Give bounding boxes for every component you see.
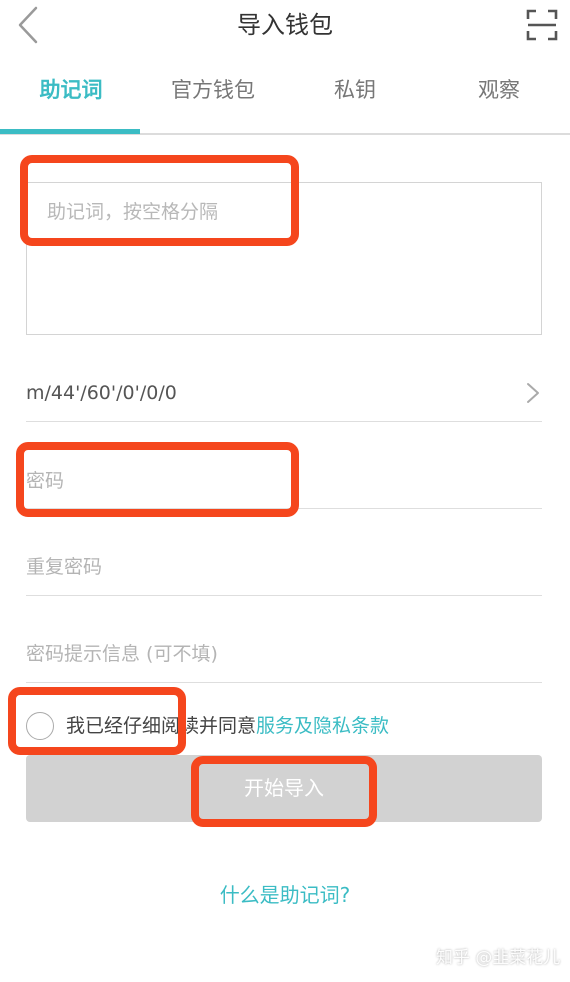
password-hint-field-row (26, 623, 542, 683)
scan-icon[interactable] (526, 9, 558, 41)
import-tabs: 助记词 官方钱包 私钥 观察 (0, 58, 570, 135)
terms-link[interactable]: 服务及隐私条款 (256, 715, 389, 737)
mnemonic-input[interactable] (47, 197, 517, 257)
watermark: 知乎 @韭菜花儿 (436, 948, 561, 968)
password-hint-input[interactable] (26, 637, 536, 671)
password-field-row (26, 450, 542, 509)
start-import-button[interactable]: 开始导入 (26, 755, 542, 822)
repeat-password-input[interactable] (26, 550, 536, 584)
active-tab-indicator (0, 129, 140, 134)
chevron-right-icon (527, 383, 539, 403)
agree-checkbox[interactable] (26, 712, 54, 740)
tab-private-key[interactable]: 私钥 (284, 58, 426, 122)
password-input[interactable] (26, 464, 536, 498)
what-is-mnemonic-link[interactable]: 什么是助记词? (0, 880, 570, 910)
derivation-path-row[interactable]: m/44'/60'/0'/0/0 (26, 365, 542, 422)
page-title: 导入钱包 (237, 11, 333, 39)
repeat-password-field-row (26, 536, 542, 596)
agreement-label: 我已经仔细阅读并同意 (66, 715, 257, 737)
tab-official-wallet[interactable]: 官方钱包 (142, 58, 284, 122)
nav-bar: 导入钱包 (0, 0, 570, 50)
derivation-path-value: m/44'/60'/0'/0/0 (26, 382, 177, 404)
agreement-row: 我已经仔细阅读并同意服务及隐私条款 (26, 708, 546, 744)
agreement-text: 我已经仔细阅读并同意服务及隐私条款 (66, 712, 389, 740)
tab-watch[interactable]: 观察 (428, 58, 570, 122)
mnemonic-box (26, 182, 542, 335)
tab-mnemonic[interactable]: 助记词 (0, 58, 142, 122)
